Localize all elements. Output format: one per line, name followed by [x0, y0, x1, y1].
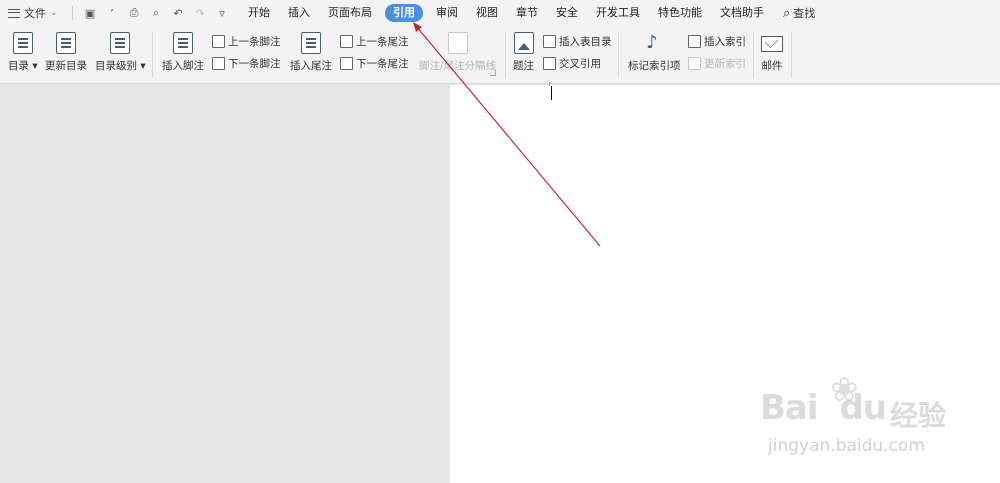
file-menu-label: 文件 — [24, 7, 46, 20]
toc-level-icon — [110, 32, 131, 54]
undo-icon[interactable]: ↶ — [171, 6, 185, 20]
insert-table-of-figures-button[interactable]: 插入表目录 — [543, 34, 612, 49]
mark-index-button[interactable]: 标记索引项 — [628, 32, 681, 73]
insert-endnote-label: 插入尾注 — [290, 60, 332, 72]
separator-line-icon — [447, 32, 468, 54]
menu-bar: 文件 ⌄ ▣ ʼ ⎙ ⌕ ↶ ↷ ▿ 开始 插入 页面布局 引用 审阅 视图 章… — [0, 0, 1000, 26]
update-index-button[interactable]: 更新索引 — [688, 56, 746, 71]
divider — [505, 32, 506, 78]
toc-icon — [12, 32, 33, 54]
tab-home[interactable]: 开始 — [239, 4, 279, 22]
tab-developer[interactable]: 开发工具 — [587, 4, 649, 22]
file-menu[interactable]: 文件 ⌄ — [0, 5, 68, 21]
tab-view[interactable]: 视图 — [467, 4, 507, 22]
next-endnote-icon — [340, 57, 353, 70]
caption-button[interactable]: 题注 — [513, 32, 534, 73]
tab-features[interactable]: 特色功能 — [649, 4, 711, 22]
insert-index-label: 插入索引 — [704, 36, 746, 48]
quick-access-toolbar: ▣ ʼ ⎙ ⌕ ↶ ↷ ▿ — [77, 6, 235, 20]
mark-index-label: 标记索引项 — [628, 60, 681, 72]
divider — [72, 6, 73, 20]
separator-line-label: 脚注/尾注分隔线 — [419, 60, 497, 72]
customize-toolbar-icon[interactable]: ▿ — [215, 6, 229, 20]
hamburger-icon — [8, 8, 20, 18]
insert-index-icon — [688, 35, 701, 48]
toc-level-label: 目录级别 ▾ — [95, 60, 146, 72]
format-painter-icon[interactable]: ʼ — [105, 6, 119, 20]
insert-footnote-label: 插入脚注 — [162, 60, 204, 72]
insert-endnote-button[interactable]: 插入尾注 — [290, 32, 332, 73]
prev-endnote-button[interactable]: 上一条尾注 — [340, 34, 409, 49]
tab-page-layout[interactable]: 页面布局 — [319, 4, 381, 22]
tab-doc-assistant[interactable]: 文档助手 — [711, 4, 773, 22]
prev-footnote-button[interactable]: 上一条脚注 — [212, 34, 281, 49]
toc-label: 目录 ▾ — [8, 60, 38, 72]
margin-corner-marker — [490, 70, 496, 76]
cross-reference-icon — [543, 57, 556, 70]
tab-section[interactable]: 章节 — [507, 4, 547, 22]
tab-security[interactable]: 安全 — [547, 4, 587, 22]
cross-reference-button[interactable]: 交叉引用 — [543, 56, 601, 71]
watermark: ❀ Bai du 经验 jingyan.baidu.com — [760, 370, 990, 466]
search-icon: ⌕ — [783, 5, 791, 21]
prev-endnote-label: 上一条尾注 — [356, 36, 409, 48]
mail-icon — [761, 36, 783, 52]
update-toc-button[interactable]: 更新目录 — [45, 32, 87, 73]
divider — [791, 32, 792, 78]
watermark-brand-cn: 经验 — [890, 399, 947, 432]
redo-icon[interactable]: ↷ — [193, 6, 207, 20]
footnote-icon — [173, 32, 193, 54]
prev-footnote-icon — [212, 35, 225, 48]
update-toc-label: 更新目录 — [45, 60, 87, 72]
next-footnote-label: 下一条脚注 — [228, 58, 281, 70]
endnote-icon — [301, 32, 321, 54]
update-index-icon — [688, 57, 701, 70]
insert-footnote-button[interactable]: 插入脚注 — [162, 32, 204, 73]
next-footnote-icon — [212, 57, 225, 70]
ribbon-panel: 目录 ▾ 更新目录 目录级别 ▾ 插入脚注 上一条脚注 下一条脚注 插入尾注 上… — [0, 26, 1000, 84]
separator-line-button[interactable]: 脚注/尾注分隔线 — [419, 32, 496, 73]
mail-button[interactable]: 邮件 — [761, 32, 783, 73]
mark-index-icon — [644, 32, 664, 54]
insert-table-of-figures-label: 插入表目录 — [559, 36, 612, 48]
tab-insert[interactable]: 插入 — [279, 4, 319, 22]
print-icon[interactable]: ⎙ — [127, 6, 141, 20]
search-button[interactable]: ⌕ 查找 — [773, 5, 815, 21]
update-index-label: 更新索引 — [704, 58, 746, 70]
toc-button[interactable]: 目录 ▾ — [8, 32, 38, 73]
table-of-figures-icon — [543, 35, 556, 48]
search-label: 查找 — [793, 7, 816, 20]
chevron-down-icon: ⌄ — [50, 8, 58, 18]
margin-marker — [532, 82, 550, 86]
toc-level-button[interactable]: 目录级别 ▾ — [95, 32, 146, 73]
caption-label: 题注 — [513, 60, 534, 72]
divider — [152, 32, 153, 78]
document-background — [0, 85, 450, 483]
prev-endnote-icon — [340, 35, 353, 48]
watermark-brand: Bai du — [760, 388, 887, 428]
insert-index-button[interactable]: 插入索引 — [688, 34, 746, 49]
tab-review[interactable]: 审阅 — [427, 4, 467, 22]
update-toc-icon — [56, 32, 76, 54]
ribbon-tabs: 开始 插入 页面布局 引用 审阅 视图 章节 安全 开发工具 特色功能 文档助手 — [239, 4, 773, 22]
divider — [618, 32, 619, 78]
next-endnote-button[interactable]: 下一条尾注 — [340, 56, 409, 71]
text-cursor — [551, 86, 552, 100]
save-icon[interactable]: ▣ — [83, 6, 97, 20]
next-endnote-label: 下一条尾注 — [356, 58, 409, 70]
caption-icon — [513, 32, 534, 54]
tab-references[interactable]: 引用 — [385, 4, 423, 22]
prev-footnote-label: 上一条脚注 — [228, 36, 281, 48]
next-footnote-button[interactable]: 下一条脚注 — [212, 56, 281, 71]
mail-label: 邮件 — [761, 60, 783, 72]
cross-reference-label: 交叉引用 — [559, 58, 601, 70]
watermark-url: jingyan.baidu.com — [768, 436, 925, 456]
divider — [753, 32, 754, 78]
print-preview-icon[interactable]: ⌕ — [149, 6, 163, 20]
